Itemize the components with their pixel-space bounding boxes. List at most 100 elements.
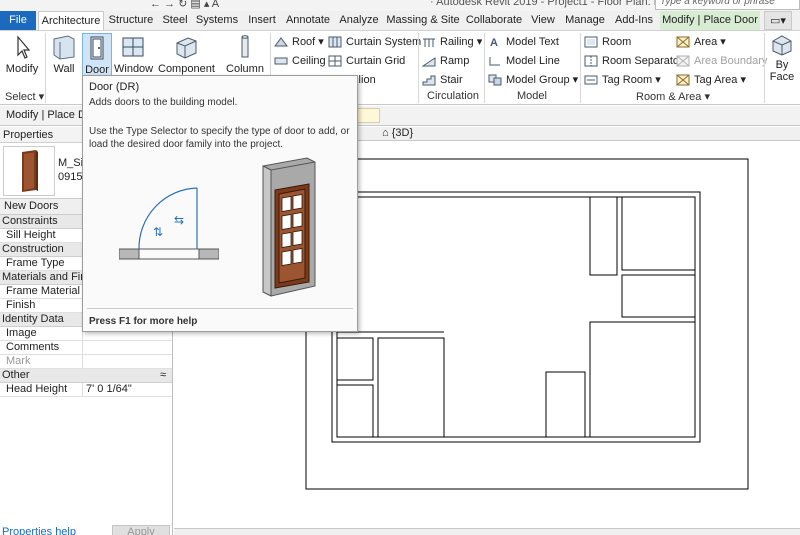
separator	[764, 33, 765, 103]
view-tab-3d[interactable]: ⌂ {3D}	[382, 127, 413, 139]
room-separator-icon	[584, 55, 598, 67]
tab-steel[interactable]: Steel	[158, 11, 192, 30]
door-plan-illustration: ⇅ ⇆	[119, 187, 219, 260]
model-line-icon	[488, 55, 502, 67]
room-icon	[584, 36, 598, 48]
tab-collaborate[interactable]: Collaborate	[463, 11, 525, 30]
column-label: Column	[226, 63, 264, 75]
ceiling-button[interactable]: Ceiling	[274, 52, 326, 70]
by-face-button[interactable]: By Face	[767, 33, 797, 83]
model-line-button[interactable]: Model Line	[488, 52, 560, 70]
select-panel-label[interactable]: Select ▾	[5, 90, 44, 103]
railing-icon	[422, 36, 436, 48]
search-input[interactable]: Type a keyword or phrase	[655, 0, 800, 10]
curtain-grid-button[interactable]: Curtain Grid	[328, 52, 405, 70]
model-group-icon	[488, 74, 502, 86]
prop-row-head-height[interactable]: Head Height 7' 0 1/64"	[0, 383, 172, 397]
tab-insert[interactable]: Insert	[243, 11, 281, 30]
tooltip-title: Door (DR)	[89, 81, 140, 93]
view-control-bar	[174, 528, 800, 535]
ribbon-tabs: File Architecture Structure Steel System…	[0, 11, 800, 30]
area-boundary-button[interactable]: Area Boundary	[676, 52, 767, 70]
tab-massing-site[interactable]: Massing & Site	[385, 11, 461, 30]
tab-modify-place-door[interactable]: Modify | Place Door	[660, 11, 760, 30]
collapse-group-icon[interactable]: ≈	[160, 369, 166, 382]
tab-annotate[interactable]: Annotate	[283, 11, 333, 30]
separator	[45, 33, 46, 103]
door-tooltip: Door (DR) Adds doors to the building mod…	[82, 75, 358, 332]
window-label: Window	[114, 63, 154, 75]
ramp-icon	[421, 55, 436, 67]
tooltip-divider	[87, 308, 353, 309]
separator	[580, 33, 581, 103]
tab-file[interactable]: File	[0, 11, 36, 30]
room-right-middle	[621, 274, 696, 318]
ceiling-icon	[274, 55, 288, 67]
model-text-icon: A	[488, 36, 502, 49]
svg-text:⇅: ⇅	[153, 225, 163, 239]
wall-icon	[50, 33, 78, 61]
prop-row-mark[interactable]: Mark	[0, 355, 172, 369]
by-face-icon	[770, 33, 794, 57]
area-icon	[676, 36, 690, 48]
tab-manage[interactable]: Manage	[562, 11, 608, 30]
room-small-top	[589, 196, 618, 276]
room-bottom-left-c	[377, 337, 445, 438]
tag-room-button[interactable]: Tag Room ▾	[584, 71, 661, 89]
wall-label: Wall	[53, 63, 75, 75]
tab-view[interactable]: View	[527, 11, 559, 30]
window-icon	[119, 33, 147, 61]
room-separator-button[interactable]: Room Separator	[584, 52, 683, 70]
ramp-button[interactable]: Ramp	[421, 52, 469, 70]
tag-area-icon	[676, 74, 690, 86]
area-button[interactable]: Area ▾	[676, 33, 726, 51]
column-button[interactable]: Column	[224, 33, 266, 75]
model-panel-label: Model	[517, 90, 547, 102]
tab-architecture[interactable]: Architecture	[38, 11, 104, 30]
column-icon	[231, 33, 259, 61]
tag-room-icon	[584, 74, 598, 86]
component-label: Component	[158, 63, 215, 75]
component-button[interactable]: Component	[158, 33, 215, 75]
tab-add-ins[interactable]: Add-Ins	[611, 11, 657, 30]
model-group-button[interactable]: Model Group ▾	[488, 71, 578, 89]
separator	[418, 33, 419, 103]
group-other[interactable]: Other ≈	[0, 369, 172, 383]
tab-analyze[interactable]: Analyze	[336, 11, 382, 30]
modify-label: Modify	[5, 63, 39, 75]
modify-button[interactable]: Modify	[4, 33, 40, 75]
wall-button[interactable]: Wall	[48, 33, 80, 75]
model-text-button[interactable]: A Model Text	[488, 33, 559, 51]
separator	[484, 33, 485, 103]
component-icon	[172, 33, 200, 61]
tooltip-description: Adds doors to the building model.	[89, 97, 238, 108]
roof-icon	[274, 36, 288, 48]
room-top-right	[621, 196, 696, 271]
tag-area-button[interactable]: Tag Area ▾	[676, 71, 746, 89]
tooltip-instructions: Use the Type Selector to specify the typ…	[89, 126, 350, 150]
room-area-panel-label[interactable]: Room & Area ▾	[636, 90, 710, 103]
curtain-system-button[interactable]: Curtain System	[328, 33, 421, 51]
railing-button[interactable]: Railing ▾	[422, 33, 482, 51]
curtain-grid-icon	[328, 55, 342, 67]
prop-row-comments[interactable]: Comments	[0, 341, 172, 355]
tooltip-help-text: Press F1 for more help	[89, 316, 198, 327]
by-face-label-1: By	[775, 59, 789, 71]
door-button[interactable]: Door	[82, 33, 112, 77]
door-3d-illustration	[262, 157, 316, 297]
door-icon	[83, 34, 111, 62]
room-button[interactable]: Room	[584, 33, 631, 51]
properties-help-link[interactable]: Properties help	[2, 526, 76, 535]
apply-button[interactable]: Apply	[112, 525, 170, 535]
svg-text:⇆: ⇆	[174, 213, 184, 227]
window-button[interactable]: Window	[114, 33, 154, 75]
stair-icon	[422, 74, 436, 86]
tab-structure[interactable]: Structure	[106, 11, 156, 30]
stair-button[interactable]: Stair	[422, 71, 463, 89]
room-bottom-right	[589, 321, 696, 438]
quick-access-toolbar[interactable]: ← → ↻ ▤ ▴ A	[150, 0, 219, 10]
roof-button[interactable]: Roof ▾	[274, 33, 324, 51]
room-bottom-left-a	[336, 337, 374, 381]
tab-systems[interactable]: Systems	[194, 11, 240, 30]
ribbon-display-toggle[interactable]: ▭▾	[764, 11, 792, 30]
